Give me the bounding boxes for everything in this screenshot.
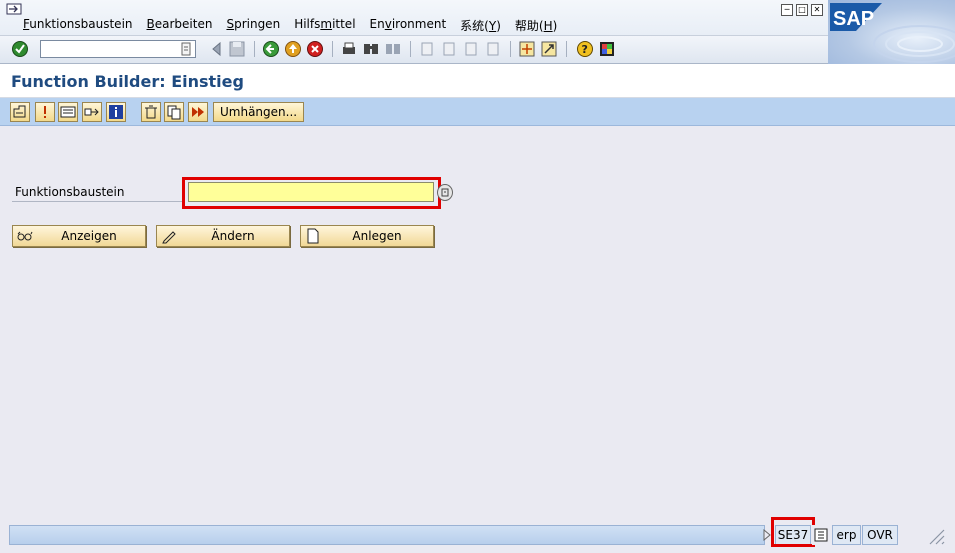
- status-expand-icon[interactable]: [763, 529, 771, 541]
- help-icon[interactable]: ?: [576, 40, 594, 58]
- copy-icon: [167, 105, 181, 120]
- status-bar: SE37 erp OVR: [0, 517, 955, 553]
- change-button-label: Ändern: [211, 229, 255, 243]
- activate-button[interactable]: [35, 102, 55, 122]
- other-object-button[interactable]: [82, 102, 102, 122]
- green-back-icon[interactable]: [262, 40, 280, 58]
- previous-page-icon[interactable]: [440, 40, 458, 58]
- session-info-icon[interactable]: [812, 525, 830, 545]
- menu-item-0[interactable]: Funktionsbaustein: [23, 17, 133, 34]
- create-button-label: Anlegen: [352, 229, 402, 243]
- svg-text:?: ?: [582, 43, 588, 56]
- standard-toolbar: ?: [0, 36, 828, 64]
- last-page-icon[interactable]: [484, 40, 502, 58]
- window-controls: ─ □ ✕: [781, 4, 823, 16]
- title-bar: Function Builder: Einstieg: [0, 64, 955, 98]
- back-arrow-icon[interactable]: [208, 40, 226, 58]
- save-icon[interactable]: [228, 40, 246, 58]
- svg-text:SAP: SAP: [833, 8, 874, 30]
- create-session-icon[interactable]: [518, 40, 536, 58]
- input-highlight-box: [182, 177, 441, 209]
- resize-grip-icon[interactable]: [925, 525, 945, 545]
- delete-icon: [145, 105, 157, 119]
- menu-bar: Funktionsbaustein Bearbeiten Springen Hilfs…: [0, 0, 955, 36]
- create-button[interactable]: Anlegen: [300, 225, 434, 247]
- enter-icon[interactable]: [11, 40, 29, 58]
- system-field[interactable]: erp: [832, 525, 861, 545]
- test-execute-icon: [192, 107, 204, 117]
- first-page-icon[interactable]: [418, 40, 436, 58]
- info-icon: [109, 105, 123, 119]
- maximize-icon[interactable]: □: [796, 4, 808, 16]
- transaction-highlight-box: [771, 517, 815, 547]
- activate-icon: [44, 106, 46, 118]
- other-object-icon: [84, 108, 99, 116]
- display-button-label: Anzeigen: [61, 229, 117, 243]
- status-message: [9, 525, 765, 545]
- menu-item-3[interactable]: Hilfsmittel: [294, 17, 355, 34]
- next-page-icon[interactable]: [462, 40, 480, 58]
- insert-mode-field[interactable]: OVR: [862, 525, 898, 545]
- minimize-icon[interactable]: ─: [781, 4, 793, 16]
- close-icon[interactable]: ✕: [811, 4, 823, 16]
- menu-item-6[interactable]: 帮助(H): [515, 17, 557, 34]
- main-content: Funktionsbaustein Anzeigen Ändern Anlege…: [0, 127, 955, 523]
- print-icon[interactable]: [340, 40, 358, 58]
- menu-item-1[interactable]: Bearbeiten: [147, 17, 213, 34]
- find-next-icon[interactable]: [384, 40, 402, 58]
- display-object-list-icon: [60, 106, 76, 118]
- object-list-button[interactable]: [58, 102, 78, 122]
- system-menu-icon[interactable]: [6, 3, 22, 15]
- where-used-icon: [13, 105, 26, 118]
- reassign-button[interactable]: Umhängen...: [213, 102, 305, 122]
- menu-item-2[interactable]: Springen: [226, 17, 280, 34]
- function-module-label: Funktionsbaustein: [15, 185, 125, 199]
- info-button[interactable]: [106, 102, 126, 122]
- sap-logo-icon: SAP: [830, 3, 882, 31]
- shortcut-icon[interactable]: [540, 40, 558, 58]
- menu-items: Funktionsbaustein Bearbeiten Springen Hilfs…: [23, 17, 571, 34]
- sap-logo-area: SAP: [828, 0, 955, 64]
- command-history-icon[interactable]: [180, 42, 192, 56]
- exit-icon[interactable]: [284, 40, 302, 58]
- command-field[interactable]: [40, 40, 196, 58]
- application-toolbar: Umhängen...: [0, 98, 955, 126]
- layout-menu-icon[interactable]: [598, 40, 616, 58]
- delete-button[interactable]: [141, 102, 161, 122]
- value-help-button[interactable]: [437, 184, 453, 201]
- value-help-icon: [441, 188, 449, 197]
- menu-item-5[interactable]: 系统(Y): [460, 17, 501, 34]
- test-execute-button[interactable]: [188, 102, 208, 122]
- change-button[interactable]: Ändern: [156, 225, 290, 247]
- cancel-icon[interactable]: [306, 40, 324, 58]
- find-icon[interactable]: [362, 40, 380, 58]
- copy-button[interactable]: [164, 102, 184, 122]
- where-used-button[interactable]: [10, 102, 30, 122]
- page-title: Function Builder: Einstieg: [11, 72, 244, 91]
- label-underline: [12, 201, 184, 202]
- display-button[interactable]: Anzeigen: [12, 225, 146, 247]
- menu-item-4[interactable]: Environment: [370, 17, 447, 34]
